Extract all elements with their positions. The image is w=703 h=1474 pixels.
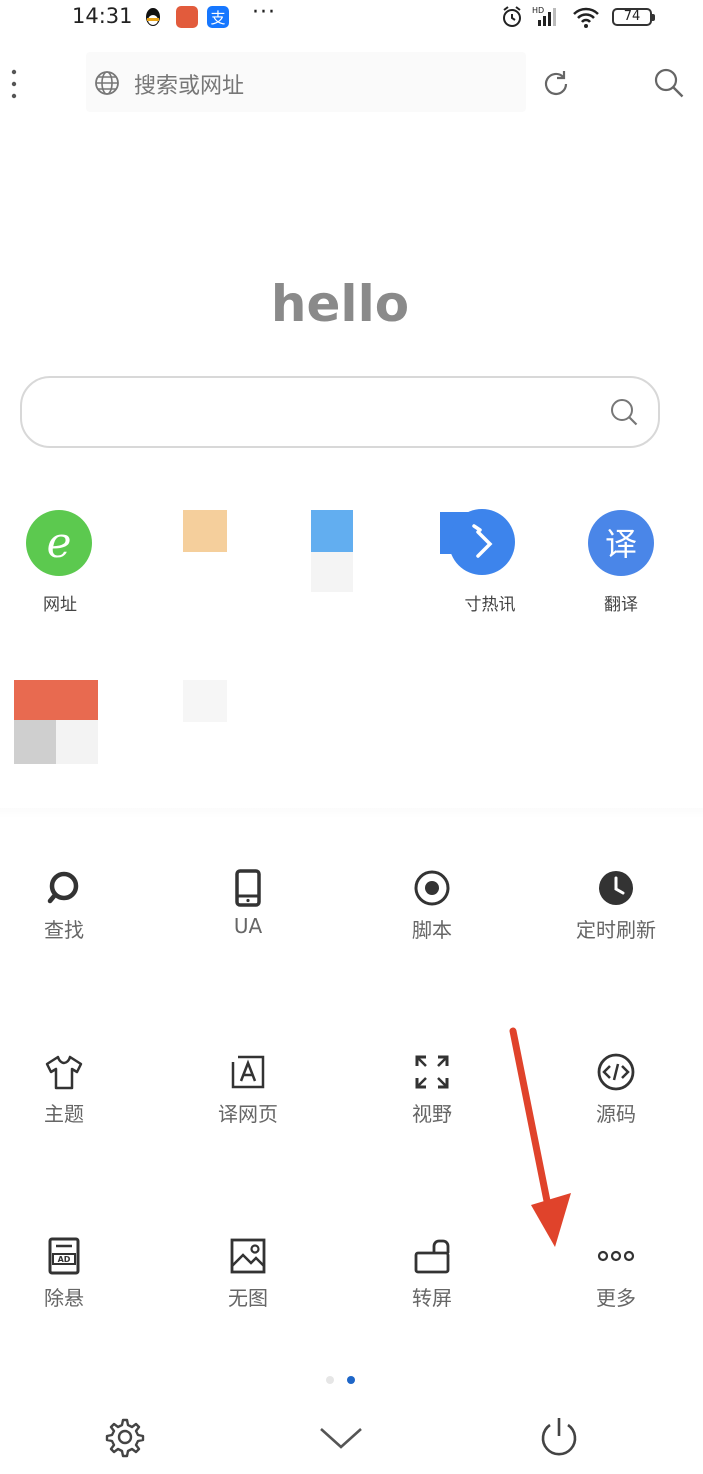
blurred-tile-icon[interactable] — [183, 510, 227, 552]
code-icon — [597, 1053, 635, 1091]
blurred-tile-icon[interactable] — [183, 680, 227, 722]
signal-icon: HD — [532, 6, 556, 26]
shortcut-translate[interactable]: 译 — [588, 510, 654, 580]
menu-label: UA — [233, 914, 263, 938]
menu-label: 无图 — [228, 1286, 268, 1310]
home-search-box[interactable] — [20, 376, 660, 448]
vertical-dots-menu-icon[interactable] — [6, 66, 22, 102]
menu-item-rotate[interactable]: 转屏 — [362, 1236, 502, 1311]
no-image-icon — [230, 1238, 266, 1274]
pager-dot-active[interactable] — [347, 1376, 355, 1384]
menu-label: 除悬 — [44, 1286, 84, 1310]
fullscreen-icon — [415, 1055, 449, 1089]
menu-item-find[interactable]: 查找 — [0, 868, 134, 943]
svg-text:e: e — [47, 518, 72, 567]
collapse-chevron-icon[interactable] — [316, 1412, 366, 1462]
translate-page-icon — [228, 1052, 265, 1089]
menu-item-translate-page[interactable]: 译网页 — [178, 1052, 318, 1127]
menu-item-script[interactable]: 脚本 — [362, 868, 502, 943]
shortcut-label: 网址 — [43, 595, 77, 615]
alipay-icon: 支 — [207, 6, 229, 28]
globe-icon — [95, 71, 119, 95]
menu-item-theme[interactable]: 主题 — [0, 1052, 134, 1127]
svg-text:AD: AD — [58, 1255, 71, 1264]
phone-ua-icon — [235, 869, 261, 907]
settings-icon[interactable] — [98, 1412, 148, 1462]
home-title: hello — [270, 275, 410, 333]
svg-text:支: 支 — [210, 9, 225, 27]
pager-dot[interactable] — [326, 1376, 334, 1384]
translate-icon: 译 — [588, 510, 654, 576]
battery-indicator: 74 — [612, 8, 655, 26]
rotate-screen-icon — [414, 1239, 450, 1274]
menu-label: 转屏 — [412, 1286, 452, 1310]
menu-label: 查找 — [44, 918, 84, 942]
hot-news-icon — [440, 509, 515, 575]
tshirt-icon — [45, 1055, 83, 1090]
script-icon — [414, 870, 450, 906]
app-notification-icon — [176, 6, 198, 28]
remove-float-icon: AD — [48, 1237, 80, 1275]
blurred-tile-icon[interactable] — [14, 680, 98, 720]
power-icon[interactable] — [534, 1412, 584, 1462]
menu-label: 主题 — [44, 1102, 84, 1126]
status-time: 14:31 — [72, 4, 133, 28]
shortcut-hot-news[interactable] — [440, 508, 516, 580]
home-search-icon[interactable] — [608, 396, 640, 428]
svg-text:HD: HD — [532, 6, 544, 15]
status-more-indicator: ··· — [252, 0, 276, 25]
menu-item-view[interactable]: 视野 — [362, 1052, 502, 1127]
shortcut-label: 翻译 — [604, 595, 638, 615]
blurred-tile-shadow — [14, 720, 56, 764]
url-placeholder: 搜索或网址 — [134, 74, 245, 99]
qq-icon — [146, 8, 160, 26]
menu-label: 更多 — [596, 1286, 636, 1310]
alarm-icon — [503, 6, 521, 27]
menu-label: 定时刷新 — [576, 918, 656, 942]
more-icon — [597, 1250, 635, 1262]
clock-icon — [599, 871, 633, 905]
wifi-icon — [573, 7, 599, 28]
translate-glyph: 译 — [605, 525, 637, 563]
menu-item-remove-float[interactable]: AD 除悬 — [0, 1236, 134, 1311]
menu-item-timed-refresh[interactable]: 定时刷新 — [546, 868, 686, 943]
blurred-tile-shadow — [311, 552, 353, 592]
menu-item-ua[interactable]: UA — [178, 868, 318, 938]
find-icon — [47, 871, 79, 904]
blurred-tile-icon[interactable] — [311, 510, 353, 552]
menu-label: 译网页 — [218, 1102, 278, 1126]
refresh-icon[interactable] — [540, 68, 572, 100]
menu-item-no-image[interactable]: 无图 — [178, 1236, 318, 1311]
shortcut-label: 寸热讯 — [464, 595, 516, 615]
shortcut-website[interactable]: e — [26, 510, 92, 580]
panel-divider — [0, 808, 703, 818]
e-browser-icon: e — [26, 510, 92, 576]
annotation-arrow — [509, 1027, 571, 1247]
menu-label: 视野 — [412, 1102, 452, 1126]
blurred-tile-shadow — [56, 720, 98, 764]
menu-label: 脚本 — [412, 918, 452, 942]
status-bar: 14:31 支 ··· HD 74 — [0, 0, 703, 40]
search-icon[interactable] — [652, 66, 686, 100]
